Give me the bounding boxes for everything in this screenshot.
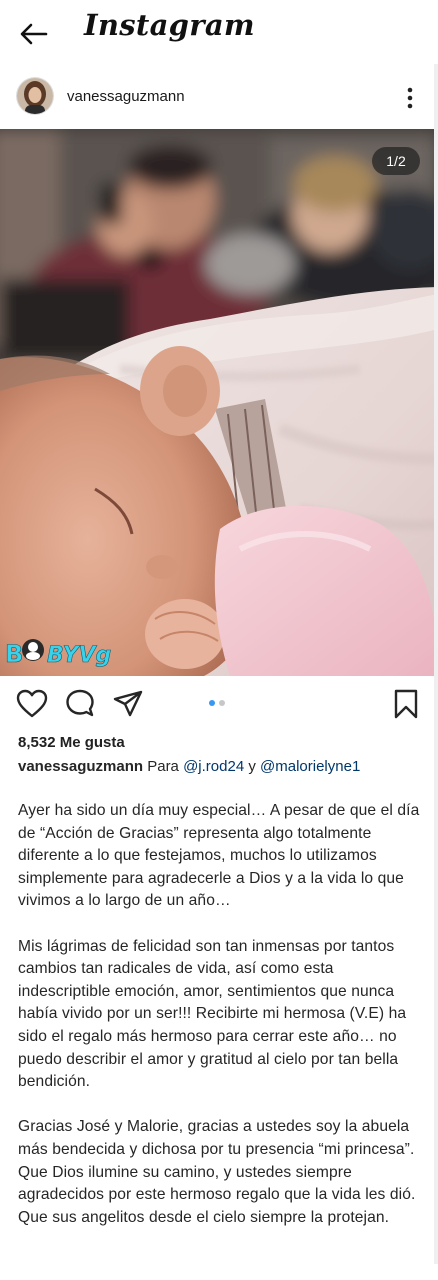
arrow-left-icon	[20, 23, 48, 45]
caption-paragraph: Ayer ha sido un día muy especial… A pesa…	[18, 802, 420, 910]
mention-link[interactable]: @malorielyne1	[260, 758, 360, 775]
caption-paragraph: Gracias José y Malorie, gracias a ustede…	[18, 1118, 415, 1158]
carousel-indicator	[209, 700, 225, 710]
more-vertical-icon	[407, 87, 413, 109]
more-options-button[interactable]	[398, 84, 422, 112]
image-counter: 1/2	[372, 147, 420, 175]
send-icon	[113, 690, 143, 717]
caption-paragraph: Que Dios ilumine su camino, y ustedes si…	[18, 1163, 416, 1226]
caption-username[interactable]: vanessaguzmann	[18, 758, 143, 775]
caption-header: vanessaguzmann Para @j.rod24 y @maloriel…	[18, 758, 428, 775]
post-photo[interactable]: 1/2	[0, 129, 438, 676]
like-button[interactable]	[16, 688, 48, 720]
caption-paragraph: Mis lágrimas de felicidad son tan inmens…	[18, 937, 407, 1091]
post-header: vanessaguzmann	[0, 70, 438, 126]
mention-link[interactable]: @j.rod24	[183, 758, 244, 775]
avatar[interactable]	[17, 78, 53, 114]
carousel-dot	[219, 700, 225, 706]
svg-text:BYVg: BYVg	[47, 643, 111, 668]
carousel-dot-active	[209, 700, 215, 706]
caption-body: Ayer ha sido un día muy especial… A pesa…	[18, 800, 422, 1229]
likes-count[interactable]: 8,532 Me gusta	[18, 734, 125, 751]
heart-icon	[16, 689, 48, 718]
svg-text:B: B	[5, 640, 23, 668]
caption-and: y	[248, 758, 256, 775]
top-bar: Instagram	[0, 0, 438, 64]
post-username[interactable]: vanessaguzmann	[67, 88, 185, 105]
bookmark-icon	[394, 689, 418, 719]
scrollbar[interactable]	[434, 64, 438, 1264]
save-button[interactable]	[390, 688, 422, 720]
baby-photo-image	[0, 129, 438, 676]
babyvg-watermark-icon: B BYVg	[5, 639, 112, 668]
comment-button[interactable]	[64, 688, 96, 720]
watermark-logo: B BYVg	[5, 632, 115, 672]
comment-icon	[66, 689, 94, 717]
share-button[interactable]	[112, 688, 144, 720]
instagram-logo[interactable]: Instagram	[84, 8, 255, 42]
caption-intro: Para	[147, 758, 179, 775]
back-button[interactable]	[18, 20, 50, 48]
post-actions-bar	[0, 686, 438, 726]
